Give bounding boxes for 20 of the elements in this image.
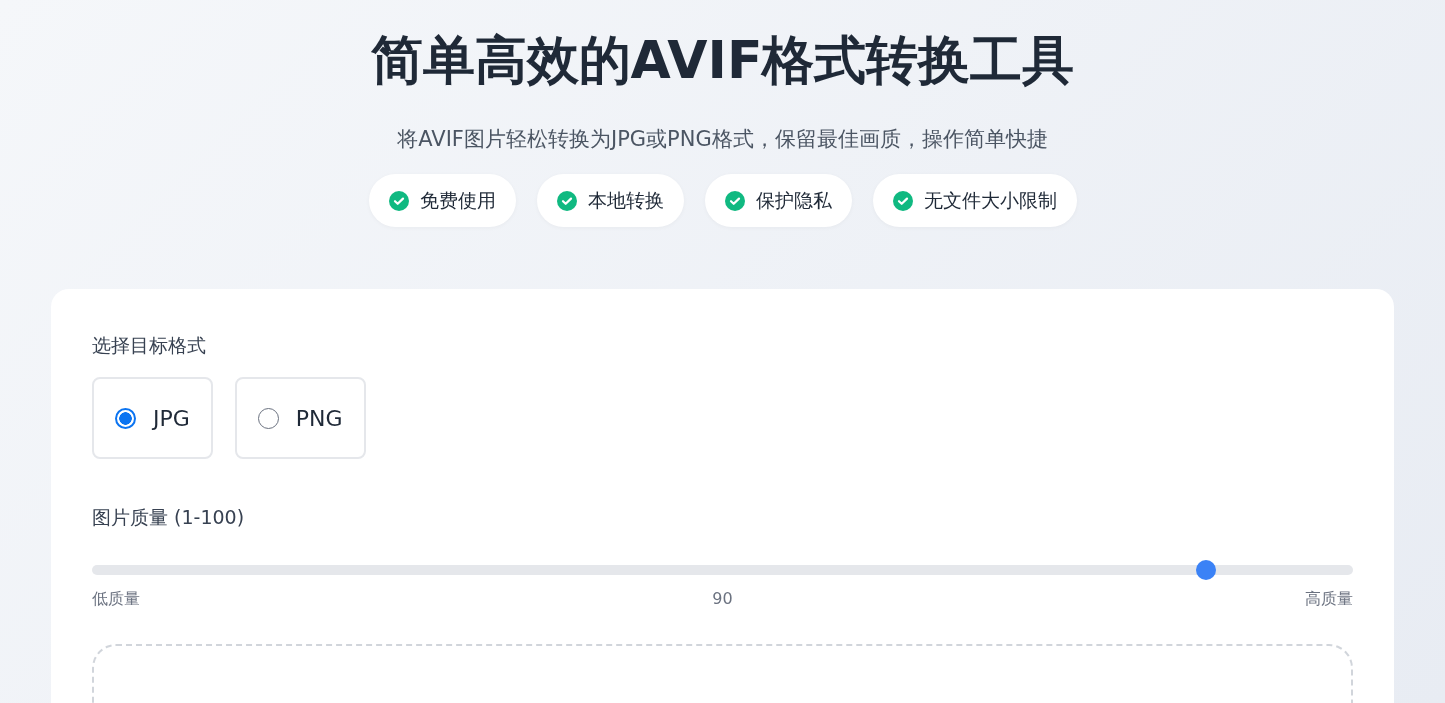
radio-button[interactable] <box>115 407 136 429</box>
slider-thumb[interactable] <box>1196 560 1217 580</box>
feature-badge: 本地转换 <box>536 174 684 227</box>
check-icon <box>892 190 913 211</box>
max-label: 高质量 <box>1305 589 1353 610</box>
page-title: 简单高效的AVIF格式转换工具 <box>370 29 1075 92</box>
format-option[interactable]: JPG <box>92 377 213 459</box>
feature-badge: 保护隐私 <box>704 174 852 227</box>
format-option[interactable]: PNG <box>234 377 366 459</box>
quality-label: 图片质量 (1-100) <box>92 505 246 530</box>
check-icon <box>388 190 409 211</box>
page-subtitle: 将AVIF图片轻松转换为JPG或PNG格式，保留最佳画质，操作简单快捷 <box>397 126 1048 153</box>
feature-badge: 免费使用 <box>368 174 516 227</box>
format-label: 选择目标格式 <box>92 333 207 358</box>
feature-badge: 无文件大小限制 <box>872 174 1077 227</box>
quality-slider[interactable] <box>92 560 1353 580</box>
check-icon <box>556 190 577 211</box>
check-icon <box>724 190 745 211</box>
quality-value: 90 <box>712 589 733 610</box>
min-label: 低质量 <box>92 589 140 610</box>
